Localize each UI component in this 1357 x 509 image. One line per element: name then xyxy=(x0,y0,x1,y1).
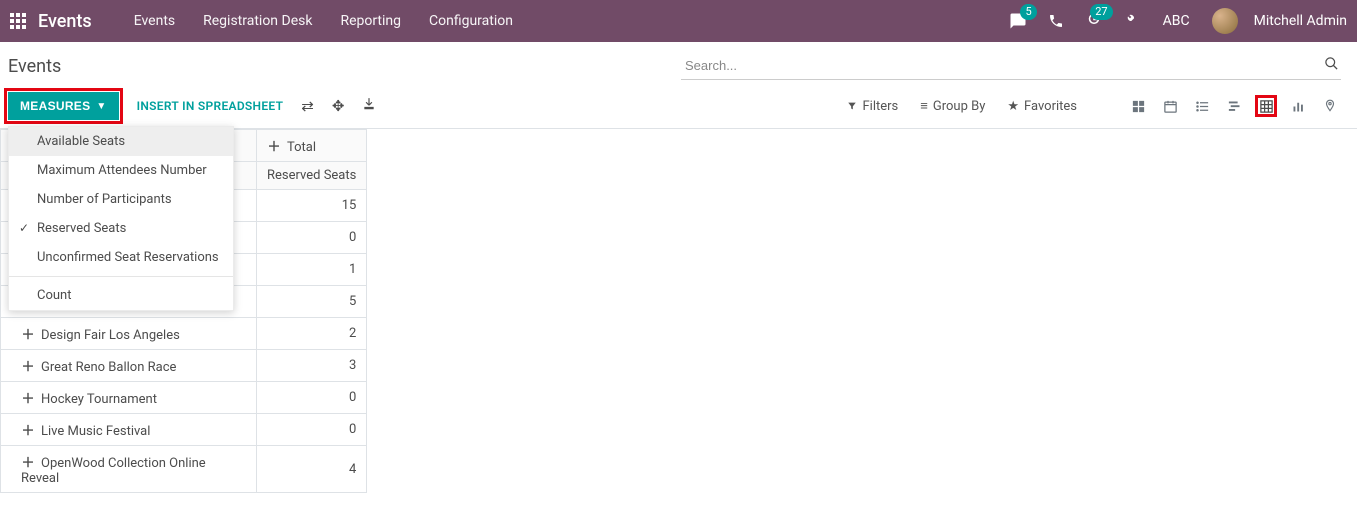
pivot-value: 0 xyxy=(257,222,367,254)
page-title: Events xyxy=(8,56,61,77)
download-icon[interactable] xyxy=(362,97,376,115)
activity-badge: 27 xyxy=(1090,4,1112,20)
apps-icon[interactable] xyxy=(10,13,26,29)
plus-icon: ＋ xyxy=(21,356,35,375)
groupby-icon: ≡ xyxy=(920,98,928,114)
user-name[interactable]: Mitchell Admin xyxy=(1254,13,1347,29)
favorites-button[interactable]: ★ Favorites xyxy=(1007,99,1077,114)
filters-button[interactable]: Filters xyxy=(847,99,898,114)
nav-events[interactable]: Events xyxy=(120,13,189,29)
pivot-row-header[interactable]: ＋OpenWood Collection Online Reveal xyxy=(1,446,257,493)
plus-icon: ＋ xyxy=(267,136,281,155)
plus-icon: ＋ xyxy=(21,452,35,471)
pivot-row-header[interactable]: ＋Design Fair Los Angeles xyxy=(1,318,257,350)
table-row: ＋Design Fair Los Angeles2 xyxy=(1,318,367,350)
tools-icon[interactable] xyxy=(1117,6,1147,36)
groupby-label: Group By xyxy=(933,99,986,114)
table-row: ＋Hockey Tournament0 xyxy=(1,382,367,414)
messages-badge: 5 xyxy=(1020,4,1036,20)
view-map-icon[interactable] xyxy=(1319,95,1341,117)
nav-registration-desk[interactable]: Registration Desk xyxy=(189,13,326,29)
dd-count[interactable]: Count xyxy=(9,281,233,310)
plus-icon: ＋ xyxy=(21,420,35,439)
nav-configuration[interactable]: Configuration xyxy=(415,13,527,29)
phone-icon[interactable] xyxy=(1041,6,1071,36)
view-pivot-icon[interactable] xyxy=(1255,95,1277,117)
search-icon[interactable] xyxy=(1324,56,1339,75)
measures-button[interactable]: MEASURES ▼ xyxy=(8,92,119,120)
star-icon: ★ xyxy=(1007,99,1019,114)
measures-dropdown: Available Seats Maximum Attendees Number… xyxy=(8,126,234,311)
pivot-value: 15 xyxy=(257,190,367,222)
view-gantt-icon[interactable] xyxy=(1223,95,1245,117)
pivot-row-header[interactable]: ＋Live Music Festival xyxy=(1,414,257,446)
flip-axis-icon[interactable]: ⇄ xyxy=(301,97,314,115)
dd-number-participants[interactable]: Number of Participants xyxy=(9,185,233,214)
plus-icon: ＋ xyxy=(21,388,35,407)
dd-reserved-seats[interactable]: Reserved Seats xyxy=(9,214,233,243)
company-switcher[interactable]: ABC xyxy=(1155,9,1198,33)
pivot-value: 1 xyxy=(257,254,367,286)
expand-all-icon[interactable]: ✥ xyxy=(332,97,345,115)
activity-icon[interactable]: 27 xyxy=(1079,6,1109,36)
filters-label: Filters xyxy=(862,99,898,114)
toolbar: MEASURES ▼ INSERT IN SPREADSHEET ⇄ ✥ Fil… xyxy=(0,84,1357,129)
pivot-value: 5 xyxy=(257,286,367,318)
messages-icon[interactable]: 5 xyxy=(1003,6,1033,36)
view-calendar-icon[interactable] xyxy=(1159,95,1181,117)
insert-spreadsheet-button[interactable]: INSERT IN SPREADSHEET xyxy=(137,99,284,113)
pivot-column-header[interactable]: Reserved Seats xyxy=(257,162,367,190)
pivot-value: 2 xyxy=(257,318,367,350)
app-brand[interactable]: Events xyxy=(38,11,92,32)
measures-label: MEASURES xyxy=(20,99,90,113)
groupby-button[interactable]: ≡ Group By xyxy=(920,98,985,114)
pivot-value: 3 xyxy=(257,350,367,382)
caret-down-icon: ▼ xyxy=(96,101,106,112)
dd-unconfirmed-seats[interactable]: Unconfirmed Seat Reservations xyxy=(9,243,233,272)
pivot-row-header[interactable]: ＋Hockey Tournament xyxy=(1,382,257,414)
dd-available-seats[interactable]: Available Seats xyxy=(9,127,233,156)
table-row: ＋Live Music Festival0 xyxy=(1,414,367,446)
dd-maximum-attendees[interactable]: Maximum Attendees Number xyxy=(9,156,233,185)
view-graph-icon[interactable] xyxy=(1287,95,1309,117)
avatar[interactable] xyxy=(1212,8,1238,34)
search-input[interactable] xyxy=(681,52,1341,80)
table-row: ＋Great Reno Ballon Race3 xyxy=(1,350,367,382)
view-kanban-icon[interactable] xyxy=(1127,95,1149,117)
view-list-icon[interactable] xyxy=(1191,95,1213,117)
table-row: ＋OpenWood Collection Online Reveal4 xyxy=(1,446,367,493)
favorites-label: Favorites xyxy=(1024,99,1077,114)
plus-icon: ＋ xyxy=(21,324,35,343)
pivot-row-header[interactable]: ＋Great Reno Ballon Race xyxy=(1,350,257,382)
pivot-value: 4 xyxy=(257,446,367,493)
nav-reporting[interactable]: Reporting xyxy=(326,13,415,29)
control-row: Events xyxy=(0,42,1357,84)
pivot-value: 0 xyxy=(257,414,367,446)
top-navbar: Events Events Registration Desk Reportin… xyxy=(0,0,1357,42)
pivot-total-header[interactable]: ＋Total xyxy=(257,130,367,162)
pivot-value: 0 xyxy=(257,382,367,414)
